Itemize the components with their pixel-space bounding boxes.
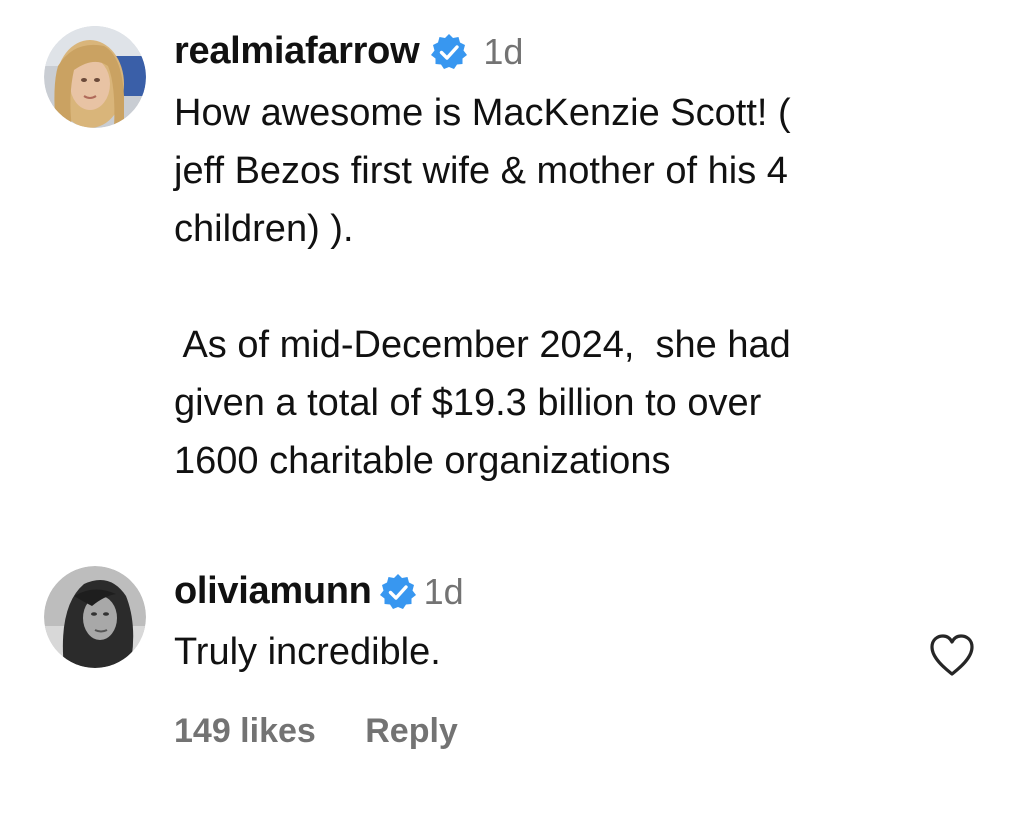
comment-actions: 149 likes Reply [174, 712, 458, 751]
verified-badge-icon [429, 32, 469, 72]
reply-button[interactable]: Reply [365, 712, 458, 751]
comment-text: Truly incredible. [174, 631, 441, 673]
heart-outline-icon[interactable] [928, 632, 976, 678]
likes-count[interactable]: 149 likes [174, 712, 316, 751]
comment-text: How awesome is MacKenzie Scott! ( jeff B… [174, 92, 791, 482]
comment-header: realmiafarrow 1d [174, 30, 523, 73]
username-link[interactable]: realmiafarrow [174, 30, 420, 73]
comment-timestamp: 1d [483, 30, 524, 72]
avatar[interactable] [44, 26, 146, 128]
verified-badge-icon [378, 572, 418, 612]
comment-timestamp: 1d [423, 570, 464, 612]
user-avatar-icon [44, 566, 146, 668]
username-link[interactable]: oliviamunn [174, 570, 372, 613]
comment-header: oliviamunn 1d [174, 570, 464, 613]
user-avatar-icon [44, 26, 146, 128]
avatar[interactable] [44, 566, 146, 668]
